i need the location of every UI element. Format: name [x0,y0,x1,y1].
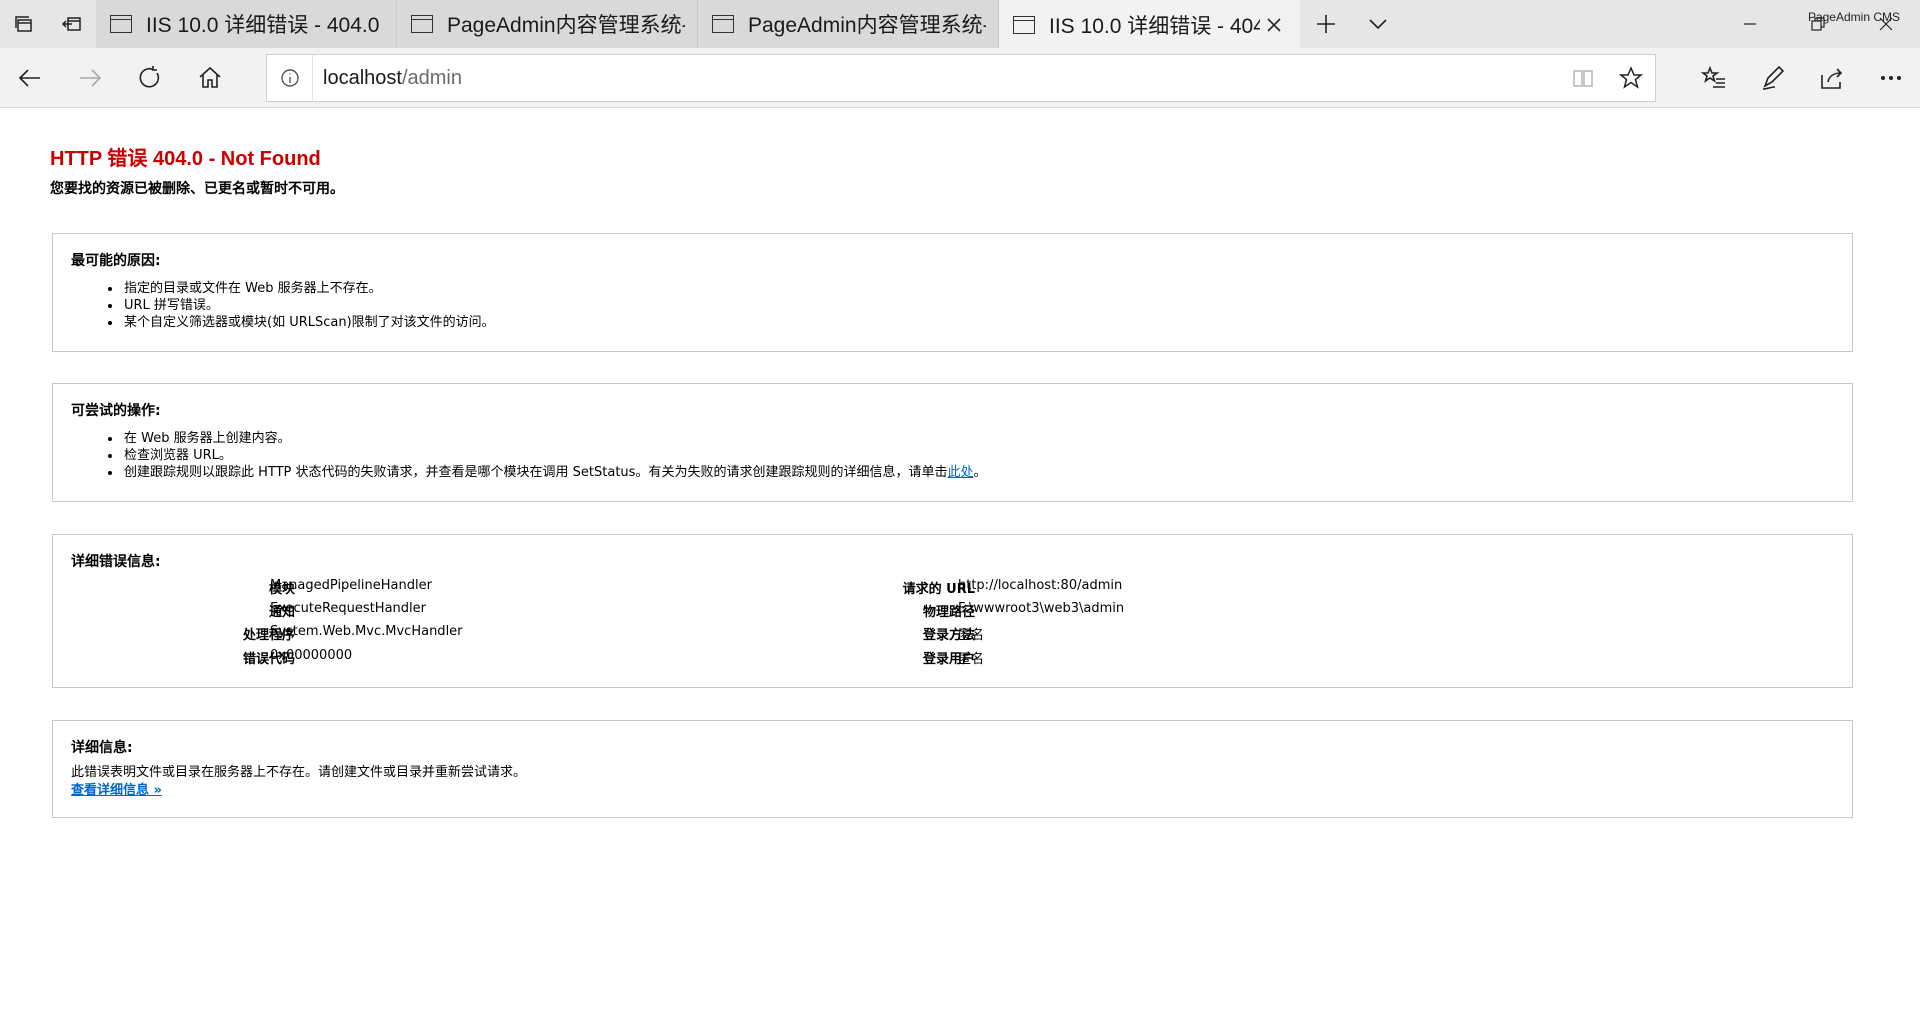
restore-button[interactable] [1784,0,1852,48]
forward-button[interactable] [60,48,120,108]
detail-value-logon-user: 匿名 [958,652,985,667]
detail-value-request-url: http://localhost:80/admin [958,578,1123,593]
site-info-button[interactable] [267,55,313,101]
detail-value-physical-path: F:\wwwroot3\web3\admin [958,601,1125,616]
causes-heading: 最可能的原因: [71,253,161,269]
reading-view-button[interactable] [1559,55,1607,101]
causes-panel: 最可能的原因: 指定的目录或文件在 Web 服务器上不存在。 URL 拼写错误。… [52,233,1853,352]
address-bar[interactable]: localhost/admin [266,54,1656,102]
back-button[interactable] [0,48,60,108]
info-icon [280,69,299,87]
set-tabs-aside-button[interactable] [48,0,96,48]
tab-title: IIS 10.0 详细错误 - 404.0 [1049,15,1260,38]
list-item-trace: 创建跟踪规则以跟踪此 HTTP 状态代码的失败请求，并查看是哪个模块在调用 Se… [122,464,986,481]
arrow-left-icon [18,68,40,87]
tab-strip: IIS 10.0 详细错误 - 404.0 - N PageAdmin内容管理系… [0,0,1920,50]
actions-list: 在 Web 服务器上创建内容。 检查浏览器 URL。 创建跟踪规则以跟踪此 HT… [122,430,986,481]
list-item: 某个自定义筛选器或模块(如 URLScan)限制了对该文件的访问。 [122,314,495,331]
more-info-heading: 详细信息: [71,740,133,756]
page-icon [1013,16,1035,34]
new-tab-button[interactable] [1300,0,1352,48]
close-icon [1267,18,1281,32]
window-label: PageAdmin CMS [1807,10,1900,24]
url-text[interactable]: localhost/admin [313,67,1559,90]
book-icon [1573,70,1593,87]
detail-value-logon-method: 匿名 [958,628,985,643]
share-button[interactable] [1802,48,1861,108]
browser-toolbar [1684,48,1920,108]
more-info-link[interactable]: 查看详细信息 » [71,779,162,798]
more-info-panel: 详细信息: 此错误表明文件或目录在服务器上不存在。请创建文件或目录并重新尝试请求… [52,720,1853,818]
plus-icon [1317,15,1335,33]
tab-overview-button[interactable] [0,0,48,48]
tabs-overview-icon [15,16,32,32]
tab-2[interactable]: PageAdmin内容管理系统-企 [397,0,698,48]
trace-end: 。 [973,465,987,480]
tab-title: PageAdmin内容管理系统-企 [447,14,685,37]
navigation-bar: localhost/admin [0,48,1920,108]
url-path: /admin [401,66,462,89]
actions-panel: 可尝试的操作: 在 Web 服务器上创建内容。 检查浏览器 URL。 创建跟踪规… [52,383,1853,502]
tab-1[interactable]: IIS 10.0 详细错误 - 404.0 - N [96,0,397,48]
detail-error-panel: 详细错误信息: 模块 ManagedPipelineHandler 通知 Exe… [52,534,1853,688]
detail-value-error-code: 0x00000000 [270,648,353,663]
tab-title: IIS 10.0 详细错误 - 404.0 - N [146,14,384,37]
pen-icon [1762,65,1784,90]
trace-text: 创建跟踪规则以跟踪此 HTTP 状态代码的失败请求，并查看是哪个模块在调用 Se… [124,465,948,480]
page-content: HTTP 错误 404.0 - Not Found 您要找的资源已被删除、已更名… [0,109,1920,1020]
window-controls [1716,0,1920,48]
list-item: 检查浏览器 URL。 [122,447,986,464]
star-icon [1619,66,1643,89]
trace-link[interactable]: 此处 [947,465,973,480]
tab-4-active[interactable]: IIS 10.0 详细错误 - 404.0 [999,0,1300,50]
refresh-icon [139,65,160,88]
more-dots-icon [1880,76,1901,81]
set-aside-icon [61,17,81,31]
tab-3[interactable]: PageAdmin内容管理系统-企 [698,0,999,48]
tab-preview-button[interactable] [1352,0,1404,48]
error-title: HTTP 错误 404.0 - Not Found [50,148,321,170]
minimize-button[interactable] [1716,0,1784,48]
tab-close-button[interactable] [1260,11,1288,39]
more-info-text: 此错误表明文件或目录在服务器上不存在。请创建文件或目录并重新尝试请求。 [71,765,527,780]
actions-heading: 可尝试的操作: [71,403,161,419]
list-item: 指定的目录或文件在 Web 服务器上不存在。 [122,280,495,297]
list-item: URL 拼写错误。 [122,297,495,314]
share-icon [1820,68,1842,89]
detail-value-handler: System.Web.Mvc.MvcHandler [270,624,463,639]
detail-value-notification: ExecuteRequestHandler [270,601,426,616]
home-icon [199,66,221,88]
causes-list: 指定的目录或文件在 Web 服务器上不存在。 URL 拼写错误。 某个自定义筛选… [122,280,495,331]
tab-title: PageAdmin内容管理系统-企 [748,14,986,37]
close-window-button[interactable] [1852,0,1920,48]
page-icon [712,15,734,33]
refresh-button[interactable] [120,48,180,108]
error-subtitle: 您要找的资源已被删除、已更名或暂时不可用。 [50,181,344,197]
page-icon [110,15,132,33]
favorites-hub-button[interactable] [1684,48,1743,108]
page-icon [411,15,433,33]
add-favorite-button[interactable] [1607,55,1655,101]
url-host: localhost [323,66,402,89]
detail-value-module: ManagedPipelineHandler [270,578,432,593]
arrow-right-icon [80,68,102,87]
minimize-icon [1744,23,1756,25]
home-button[interactable] [180,48,240,108]
detail-error-heading: 详细错误信息: [71,554,161,570]
favorites-list-icon [1700,65,1725,88]
chevron-down-icon [1369,19,1387,30]
list-item: 在 Web 服务器上创建内容。 [122,430,986,447]
web-note-button[interactable] [1743,48,1802,108]
more-button[interactable] [1861,48,1920,108]
